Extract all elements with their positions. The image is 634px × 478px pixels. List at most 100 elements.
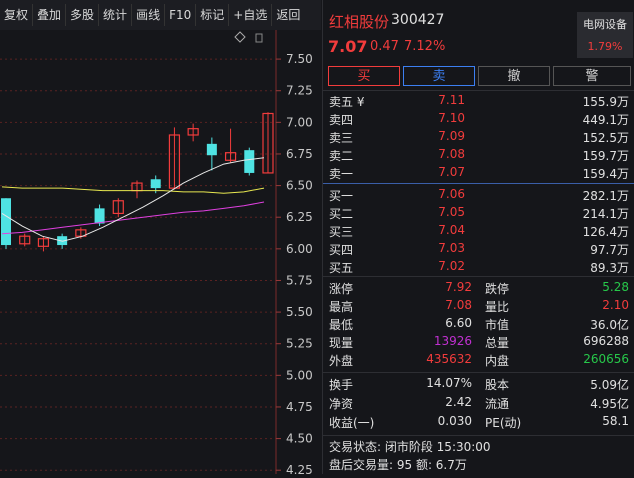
bids-price: 7.03 (438, 241, 465, 255)
asks-volume: 159.7万 (582, 149, 629, 163)
y-tick-label: 7.00 (286, 115, 313, 129)
trade-status: 交易状态: 闭市阶段 15:30:00 (329, 440, 491, 454)
y-tick-label: 6.75 (286, 147, 313, 161)
quote-panel: 红相股份 300427 7.07 0.47 7.12% 电网设备 1.79% 买… (322, 0, 634, 474)
stat-row: 现量 13926 总量 696288 (323, 333, 634, 351)
y-tick-label: 4.75 (286, 400, 313, 414)
chart-toolbar: 复权 叠加 多股 统计 画线 F10 标记 +自选 返回 (0, 0, 321, 30)
toolbar-item[interactable]: 统计 (99, 4, 133, 26)
stat-value: 5.28 (602, 280, 629, 294)
asks-price: 7.09 (438, 129, 465, 143)
bids-row[interactable]: 买三 7.04 126.4万 (323, 222, 634, 240)
y-tick-label: 6.50 (286, 179, 313, 193)
stat-value: 4.95亿 (590, 397, 629, 411)
y-tick-label: 6.00 (286, 242, 313, 256)
bids-row[interactable]: 买二 7.05 214.1万 (323, 204, 634, 222)
toolbar-item[interactable]: 返回 (272, 4, 304, 26)
stat-label: 最低 (329, 318, 354, 332)
toolbar-item[interactable]: 复权 (0, 4, 34, 26)
stat-label: 股本 (485, 378, 510, 392)
sector-badge[interactable]: 电网设备 1.79% (577, 12, 633, 58)
stat-value: 2.10 (602, 298, 629, 312)
y-tick-label: 5.00 (286, 368, 313, 382)
candle-body (1, 198, 11, 246)
last-price: 7.07 (328, 37, 368, 56)
asks-label: 卖一 (329, 167, 354, 181)
asks-row[interactable]: 卖二 7.08 159.7万 (323, 146, 634, 164)
asks-row[interactable]: 卖一 7.07 159.4万 (323, 164, 634, 182)
asks-label: 卖二 (329, 149, 354, 163)
y-tick-label: 5.75 (286, 273, 313, 287)
stat-label: 外盘 (329, 354, 354, 368)
bids-row[interactable]: 买四 7.03 97.7万 (323, 240, 634, 258)
bids-volume: 214.1万 (582, 207, 629, 221)
stat-value: 7.08 (445, 298, 472, 312)
cancel-button[interactable]: 撤 (478, 66, 550, 86)
stat-row: 净资 2.42 流通 4.95亿 (323, 394, 634, 412)
stat-value: 6.60 (445, 316, 472, 330)
asks-label: 卖三 (329, 131, 354, 145)
sell-button[interactable]: 卖 (403, 66, 475, 86)
stat-label: 净资 (329, 397, 354, 411)
y-tick-label: 4.50 (286, 432, 313, 446)
stat-label: 涨停 (329, 282, 354, 296)
stat-value: 36.0亿 (590, 318, 629, 332)
asks-price: 7.07 (438, 165, 465, 179)
stock-name: 红相股份 (329, 13, 390, 31)
stat-row: 最低 6.60 市值 36.0亿 (323, 315, 634, 333)
asks-price: 7.08 (438, 147, 465, 161)
asks-row[interactable]: 卖五 ¥ 7.11 155.9万 (323, 92, 634, 110)
stat-row: 最高 7.08 量比 2.10 (323, 297, 634, 315)
bids-row[interactable]: 买一 7.06 282.1万 (323, 186, 634, 204)
stat-label: 市值 (485, 318, 510, 332)
stat-label: 量比 (485, 300, 510, 314)
toolbar-item[interactable]: F10 (165, 4, 197, 26)
bids-price: 7.02 (438, 259, 465, 273)
toolbar-item[interactable]: 画线 (132, 4, 166, 26)
alert-button[interactable]: 警 (553, 66, 631, 86)
toolbar-item[interactable]: +自选 (229, 4, 273, 26)
y-tick-label: 7.25 (286, 84, 313, 98)
stat-label: 跌停 (485, 282, 510, 296)
candle-body (150, 179, 161, 189)
y-tick-label: 4.25 (286, 463, 313, 474)
change-value: 0.47 (370, 39, 399, 54)
bids-label: 买二 (329, 207, 354, 221)
stat-row: 涨停 7.92 跌停 5.28 (323, 279, 634, 297)
asks-price: 7.11 (438, 93, 465, 107)
stat-value: 13926 (433, 334, 472, 348)
sector-percent: 1.79% (587, 40, 623, 53)
change-percent: 7.12% (404, 39, 446, 54)
stat-label: 最高 (329, 300, 354, 314)
stat-row: 外盘 435632 内盘 260656 (323, 351, 634, 369)
stat-value: 58.1 (602, 414, 629, 428)
toolbar-item[interactable]: 标记 (196, 4, 230, 26)
stat-value: 2.42 (445, 395, 472, 409)
stat-label: 换手 (329, 378, 354, 392)
after-hours-volume: 盘后交易量: 95 额: 6.7万 (329, 458, 467, 472)
asks-volume: 449.1万 (582, 113, 629, 127)
asks-label: 卖五 ¥ (329, 95, 365, 109)
asks-volume: 155.9万 (582, 95, 629, 109)
bids-label: 买四 (329, 243, 354, 257)
bids-row[interactable]: 买五 7.02 89.3万 (323, 258, 634, 276)
bids-label: 买一 (329, 189, 354, 203)
toolbar-item[interactable]: 叠加 (33, 4, 67, 26)
asks-price: 7.10 (438, 111, 465, 125)
stat-row: 收益(一) 0.030 PE(动) 58.1 (323, 413, 634, 431)
bids-label: 买五 (329, 261, 354, 275)
toolbar-item[interactable]: 多股 (66, 4, 100, 26)
stat-value: 5.09亿 (590, 378, 629, 392)
y-tick-label: 5.25 (286, 337, 313, 351)
y-tick-label: 7.50 (286, 52, 313, 66)
bids-price: 7.04 (438, 223, 465, 237)
bids-volume: 89.3万 (590, 261, 629, 275)
asks-volume: 159.4万 (582, 167, 629, 181)
kline-chart[interactable]: 7.50 7.25 7.00 6.75 6.50 6.25 6.00 5.75 5.50 5.25… (0, 30, 321, 477)
asks-row[interactable]: 卖三 7.09 152.5万 (323, 128, 634, 146)
buy-button[interactable]: 买 (328, 66, 400, 86)
asks-row[interactable]: 卖四 7.10 449.1万 (323, 110, 634, 128)
stock-code: 300427 (391, 12, 445, 28)
stat-label: 内盘 (485, 354, 510, 368)
candle-body (94, 208, 105, 224)
